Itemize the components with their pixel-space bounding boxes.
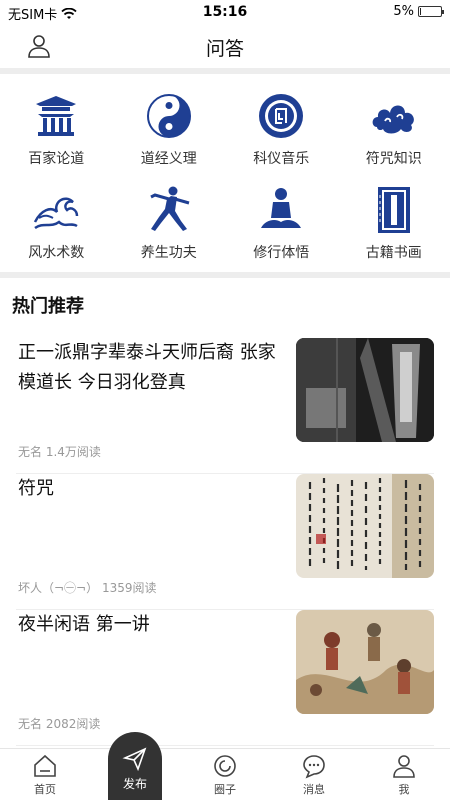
article-reads: 2082阅读 <box>45 717 101 731</box>
status-bar: 无SIM卡 15:16 5% <box>0 0 450 24</box>
article-title: 正一派鼎字辈泰斗天师后裔 张家模道长 今日羽化登真 <box>18 342 276 393</box>
category-label: 百家论道 <box>28 151 85 167</box>
article-thumbnail <box>296 610 434 714</box>
tab-me[interactable]: 我 <box>364 753 444 797</box>
tab-bar: 首页 圈子 消息 我 <box>0 748 450 800</box>
battery-fill <box>420 8 421 15</box>
tab-home[interactable]: 首页 <box>5 753 85 797</box>
home-icon <box>34 754 56 777</box>
category-label: 养生功夫 <box>140 245 197 261</box>
tab-me-label: 我 <box>398 783 410 796</box>
yin-yang-icon <box>143 90 195 142</box>
divider <box>0 272 450 278</box>
status-time: 15:16 <box>202 4 248 20</box>
meditation-icon <box>255 184 307 236</box>
section-title: 热门推荐 <box>12 296 84 317</box>
category-daojing[interactable]: 道经义理 <box>113 76 226 170</box>
article-meta: 无名 2082阅读 <box>18 715 100 732</box>
status-right: 5% <box>393 4 444 19</box>
kungfu-icon <box>143 184 195 236</box>
article-item[interactable]: 夜半闲语 第一讲 无名 2082阅读 <box>0 610 450 746</box>
category-label: 科仪音乐 <box>253 151 310 167</box>
article-title: 夜半闲语 第一讲 <box>18 614 150 635</box>
temple-icon <box>30 90 82 142</box>
profile-icon <box>393 755 415 778</box>
ritual-music-icon <box>255 90 307 142</box>
article-divider <box>16 745 434 746</box>
header: 问答 <box>0 24 450 68</box>
message-icon <box>303 755 325 779</box>
category-fengshui[interactable]: 风水术数 <box>0 170 113 264</box>
publish-label: 发布 <box>122 777 147 791</box>
article-thumbnail <box>296 474 434 578</box>
battery-icon <box>418 6 444 17</box>
battery-percent: 5% <box>393 4 414 19</box>
send-icon <box>122 747 147 772</box>
article-meta: 无名 1.4万阅读 <box>18 443 101 460</box>
category-baijia[interactable]: 百家论道 <box>0 76 113 170</box>
circle-icon <box>214 755 236 777</box>
wave-icon <box>30 184 82 236</box>
article-item[interactable]: 符咒 坏人（¬㊀¬） 1359阅读 <box>0 474 450 610</box>
category-fuzhou[interactable]: 符咒知识 <box>338 76 450 170</box>
article-reads: 1.4万阅读 <box>45 445 101 459</box>
publish-button[interactable]: 发布 <box>108 732 162 800</box>
article-author: 坏人（¬㊀¬） <box>18 581 99 595</box>
article-thumbnail <box>296 338 434 442</box>
cloud-charm-icon <box>368 90 420 142</box>
page-title: 问答 <box>205 38 244 60</box>
category-label: 修行体悟 <box>253 245 310 261</box>
category-label: 道经义理 <box>140 151 197 167</box>
article-reads: 1359阅读 <box>101 581 157 595</box>
article-meta: 坏人（¬㊀¬） 1359阅读 <box>18 579 157 596</box>
article-title: 符咒 <box>18 478 54 499</box>
category-grid: 百家论道 道经义理 科仪音乐 符咒知识 风水术数 养生功夫 修行体悟 古籍书画 <box>0 76 450 272</box>
article-item[interactable]: 正一派鼎字辈泰斗天师后裔 张家模道长 今日羽化登真 无名 1.4万阅读 <box>0 338 450 474</box>
category-keyi[interactable]: 科仪音乐 <box>225 76 338 170</box>
category-xiuxing[interactable]: 修行体悟 <box>225 170 338 264</box>
category-guji[interactable]: 古籍书画 <box>338 170 450 264</box>
tab-circle[interactable]: 圈子 <box>185 753 265 797</box>
tab-messages-label: 消息 <box>303 783 325 796</box>
ancient-book-icon <box>368 184 420 236</box>
divider <box>0 68 450 74</box>
category-label: 风水术数 <box>28 245 85 261</box>
article-author: 无名 <box>18 717 43 731</box>
category-label: 古籍书画 <box>365 245 422 261</box>
tab-circle-label: 圈子 <box>214 783 236 796</box>
article-author: 无名 <box>18 445 43 459</box>
tab-home-label: 首页 <box>34 783 56 796</box>
tab-messages[interactable]: 消息 <box>274 753 354 797</box>
category-label: 符咒知识 <box>365 151 422 167</box>
category-yangsheng[interactable]: 养生功夫 <box>113 170 226 264</box>
